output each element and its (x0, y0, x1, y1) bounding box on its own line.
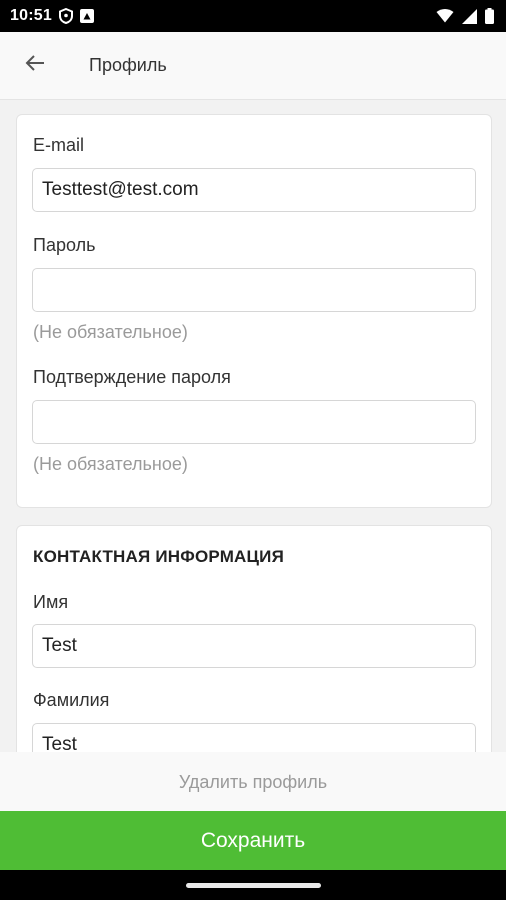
notification-icon (79, 9, 94, 23)
cellular-signal-icon (462, 8, 477, 24)
email-field[interactable] (32, 168, 476, 212)
account-card: E-mail Пароль (Не обязательное) Подтверж… (16, 114, 492, 508)
arrow-left-icon (23, 51, 47, 80)
bottom-actions: Удалить профиль Сохранить (0, 752, 506, 870)
confirm-password-field[interactable] (32, 400, 476, 444)
contact-section-title: КОНТАКТНАЯ ИНФОРМАЦИЯ (33, 547, 284, 566)
vpn-shield-icon (58, 8, 73, 24)
home-gesture-handle[interactable] (185, 882, 321, 888)
status-left: 10:51 (10, 7, 94, 25)
system-nav-bar (0, 870, 506, 900)
confirm-password-hint: (Не обязательное) (33, 454, 188, 474)
status-right (436, 8, 494, 24)
back-button[interactable] (11, 42, 59, 90)
password-label: Пароль (33, 235, 96, 255)
confirm-password-label: Подтверждение пароля (33, 367, 231, 387)
last-name-label: Фамилия (33, 690, 110, 710)
battery-icon (485, 8, 494, 24)
status-bar: 10:51 (0, 0, 506, 32)
first-name-field[interactable] (32, 624, 476, 668)
email-label: E-mail (33, 135, 85, 155)
last-name-field[interactable] (32, 723, 476, 752)
wifi-icon (436, 9, 454, 23)
contact-card: КОНТАКТНАЯ ИНФОРМАЦИЯ Имя Фамилия (16, 525, 492, 752)
save-button[interactable]: Сохранить (0, 811, 506, 870)
password-field[interactable] (32, 268, 476, 312)
profile-form[interactable]: E-mail Пароль (Не обязательное) Подтверж… (0, 101, 506, 752)
password-hint: (Не обязательное) (33, 322, 188, 342)
page-title: Профиль (89, 55, 167, 75)
delete-profile-button[interactable]: Удалить профиль (0, 772, 506, 793)
app-bar: Профиль (0, 32, 506, 100)
status-time: 10:51 (10, 7, 52, 24)
first-name-label: Имя (33, 592, 69, 612)
